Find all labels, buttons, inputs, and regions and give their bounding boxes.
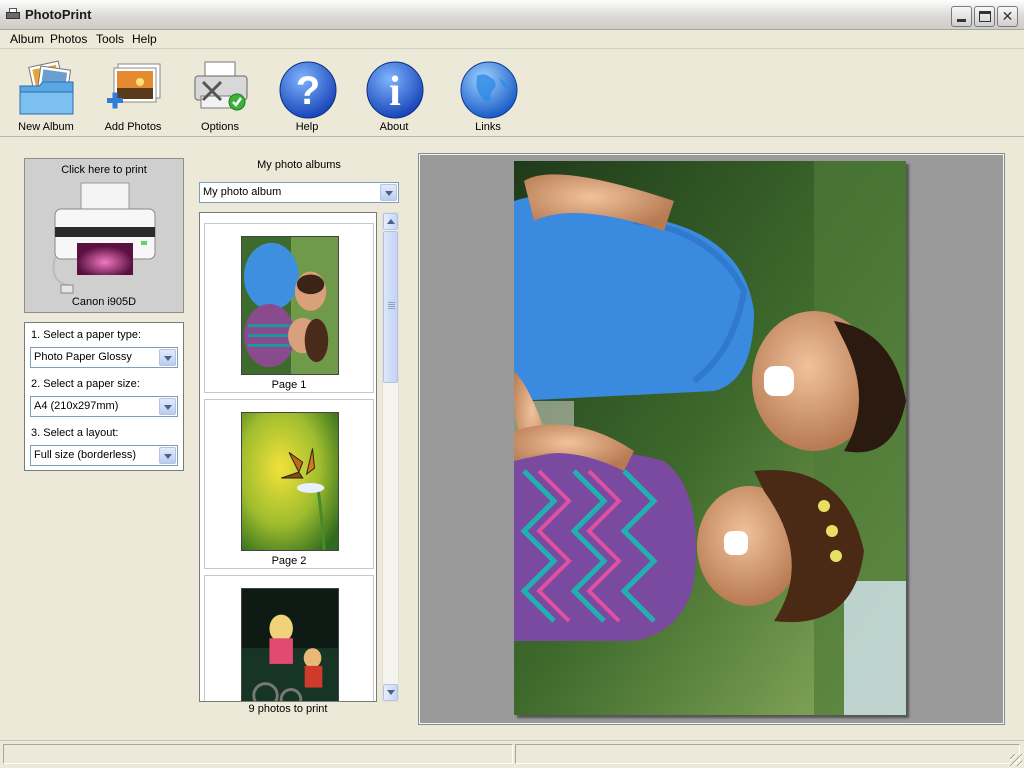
maximize-button[interactable] bbox=[974, 6, 995, 27]
status-pane-left bbox=[3, 744, 513, 764]
about-button[interactable]: i About bbox=[351, 54, 437, 136]
links-label: Links bbox=[475, 121, 501, 133]
menu-photos[interactable]: Photos bbox=[48, 32, 89, 46]
status-bar bbox=[0, 740, 1024, 768]
thumbnail-scrollbar[interactable] bbox=[382, 212, 399, 702]
couple-photo bbox=[241, 236, 339, 375]
minimize-button[interactable] bbox=[951, 6, 972, 27]
menu-help[interactable]: Help bbox=[130, 32, 159, 46]
scroll-down-icon[interactable] bbox=[383, 684, 398, 701]
print-settings-panel: 1. Select a paper type: Photo Paper Glos… bbox=[24, 322, 184, 471]
help-label: Help bbox=[295, 121, 319, 133]
preview-couple-photo bbox=[514, 161, 906, 715]
options-button[interactable]: Options bbox=[177, 54, 263, 136]
add-photos-icon bbox=[107, 63, 161, 109]
about-label: About bbox=[379, 121, 409, 133]
options-label: Options bbox=[201, 121, 239, 133]
maximize-icon bbox=[979, 11, 991, 22]
add-photos-button[interactable]: Add Photos bbox=[90, 54, 176, 136]
chevron-down-icon[interactable] bbox=[159, 349, 176, 366]
close-icon: ✕ bbox=[1001, 8, 1014, 24]
print-preview bbox=[418, 153, 1005, 725]
svg-text:i: i bbox=[389, 69, 401, 115]
paper-size-value: A4 (210x297mm) bbox=[34, 400, 119, 412]
menu-tools[interactable]: Tools bbox=[94, 32, 126, 46]
status-pane-right bbox=[515, 744, 1020, 764]
add-photos-label: Add Photos bbox=[104, 121, 162, 133]
layout-label: 3. Select a layout: bbox=[31, 427, 119, 439]
page-thumbnail[interactable] bbox=[204, 575, 374, 701]
page-label: Page 1 bbox=[271, 379, 307, 391]
layout-select[interactable]: Full size (borderless) bbox=[30, 445, 178, 466]
butterfly-photo bbox=[241, 412, 339, 551]
page-label: Page 2 bbox=[271, 555, 307, 567]
close-button[interactable]: ✕ bbox=[997, 6, 1018, 27]
layout-value: Full size (borderless) bbox=[34, 449, 137, 461]
title-bar: PhotoPrint ✕ bbox=[0, 0, 1024, 30]
printer-name: Canon i905D bbox=[71, 296, 137, 308]
paper-type-select[interactable]: Photo Paper Glossy bbox=[30, 347, 178, 368]
thumbnail-list[interactable]: Page 1 Page 2 bbox=[199, 212, 377, 702]
album-select-value: My photo album bbox=[203, 186, 282, 198]
printer-options-icon bbox=[194, 61, 248, 111]
globe-icon bbox=[460, 61, 518, 119]
scroll-up-icon[interactable] bbox=[383, 213, 398, 230]
children-bicycle-photo bbox=[241, 588, 339, 701]
print-title: Click here to print bbox=[61, 164, 147, 176]
chevron-down-icon[interactable] bbox=[159, 398, 176, 415]
minimize-icon bbox=[957, 19, 966, 22]
album-select[interactable]: My photo album bbox=[199, 182, 399, 203]
folder-photos-icon bbox=[19, 60, 74, 115]
scrollbar-thumb[interactable] bbox=[383, 231, 398, 383]
paper-size-select[interactable]: A4 (210x297mm) bbox=[30, 396, 178, 417]
window-title: PhotoPrint bbox=[25, 7, 92, 22]
page-thumbnail[interactable]: Page 1 bbox=[204, 223, 374, 393]
paper-type-label: 1. Select a paper type: bbox=[31, 329, 142, 341]
chevron-down-icon[interactable] bbox=[159, 447, 176, 464]
chevron-down-icon[interactable] bbox=[380, 184, 397, 201]
links-button[interactable]: Links bbox=[445, 54, 531, 136]
albums-title: My photo albums bbox=[257, 159, 341, 171]
new-album-label: New Album bbox=[18, 121, 74, 133]
menu-bar: Album Photos Tools Help bbox=[0, 30, 1024, 49]
page-thumbnail[interactable]: Page 2 bbox=[204, 399, 374, 569]
new-album-button[interactable]: New Album bbox=[3, 54, 89, 136]
paper-type-value: Photo Paper Glossy bbox=[34, 351, 132, 363]
photos-count: 9 photos to print bbox=[248, 703, 328, 715]
help-button[interactable]: ? Help bbox=[264, 54, 350, 136]
info-icon: i bbox=[366, 61, 424, 119]
resize-grip-icon[interactable] bbox=[1010, 754, 1022, 766]
svg-text:?: ? bbox=[296, 69, 320, 113]
app-printer-icon bbox=[6, 8, 20, 21]
printer-icon bbox=[52, 182, 156, 294]
help-question-icon: ? bbox=[279, 61, 337, 119]
menu-album[interactable]: Album bbox=[8, 32, 46, 46]
print-button[interactable]: Click here to print Canon i905D bbox=[24, 158, 184, 313]
paper-size-label: 2. Select a paper size: bbox=[31, 378, 140, 390]
toolbar: New Album Add Photos Options ? Help i Ab… bbox=[0, 50, 1024, 137]
